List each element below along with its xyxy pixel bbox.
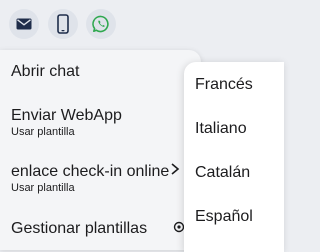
menu-item-label: enlace check-in online (11, 163, 170, 180)
submenu-item-italian[interactable]: Italiano (195, 120, 247, 138)
menu-item-open-chat[interactable]: Abrir chat (11, 63, 79, 81)
whatsapp-button[interactable] (86, 9, 116, 39)
whatsapp-icon (92, 15, 109, 33)
menu-item-subtitle: Usar plantilla (11, 126, 75, 138)
menu-item-label: Abrir chat (11, 63, 80, 80)
menu-item-label: Gestionar plantillas (11, 220, 148, 237)
mail-icon (16, 18, 32, 30)
menu-item-subtitle: Usar plantilla (11, 182, 75, 194)
menu-item-checkin-link[interactable]: enlace check-in online Usar plantilla (11, 163, 169, 194)
submenu-item-catalan[interactable]: Catalán (195, 164, 250, 182)
phone-button[interactable] (48, 9, 78, 39)
context-menu: Abrir chat Enviar WebApp Usar plantilla … (0, 50, 201, 250)
email-button[interactable] (9, 9, 39, 39)
submenu-item-french[interactable]: Francés (195, 76, 253, 94)
phone-icon (57, 14, 69, 34)
language-submenu: Francés Italiano Catalán Español (184, 62, 284, 252)
menu-item-label: Enviar WebApp (11, 107, 122, 124)
menu-item-manage-templates[interactable]: Gestionar plantillas (11, 220, 147, 238)
toolbar (0, 0, 272, 50)
chevron-right-icon (171, 163, 180, 175)
submenu-item-spanish[interactable]: Español (195, 208, 253, 226)
menu-item-send-webapp[interactable]: Enviar WebApp Usar plantilla (11, 107, 122, 138)
